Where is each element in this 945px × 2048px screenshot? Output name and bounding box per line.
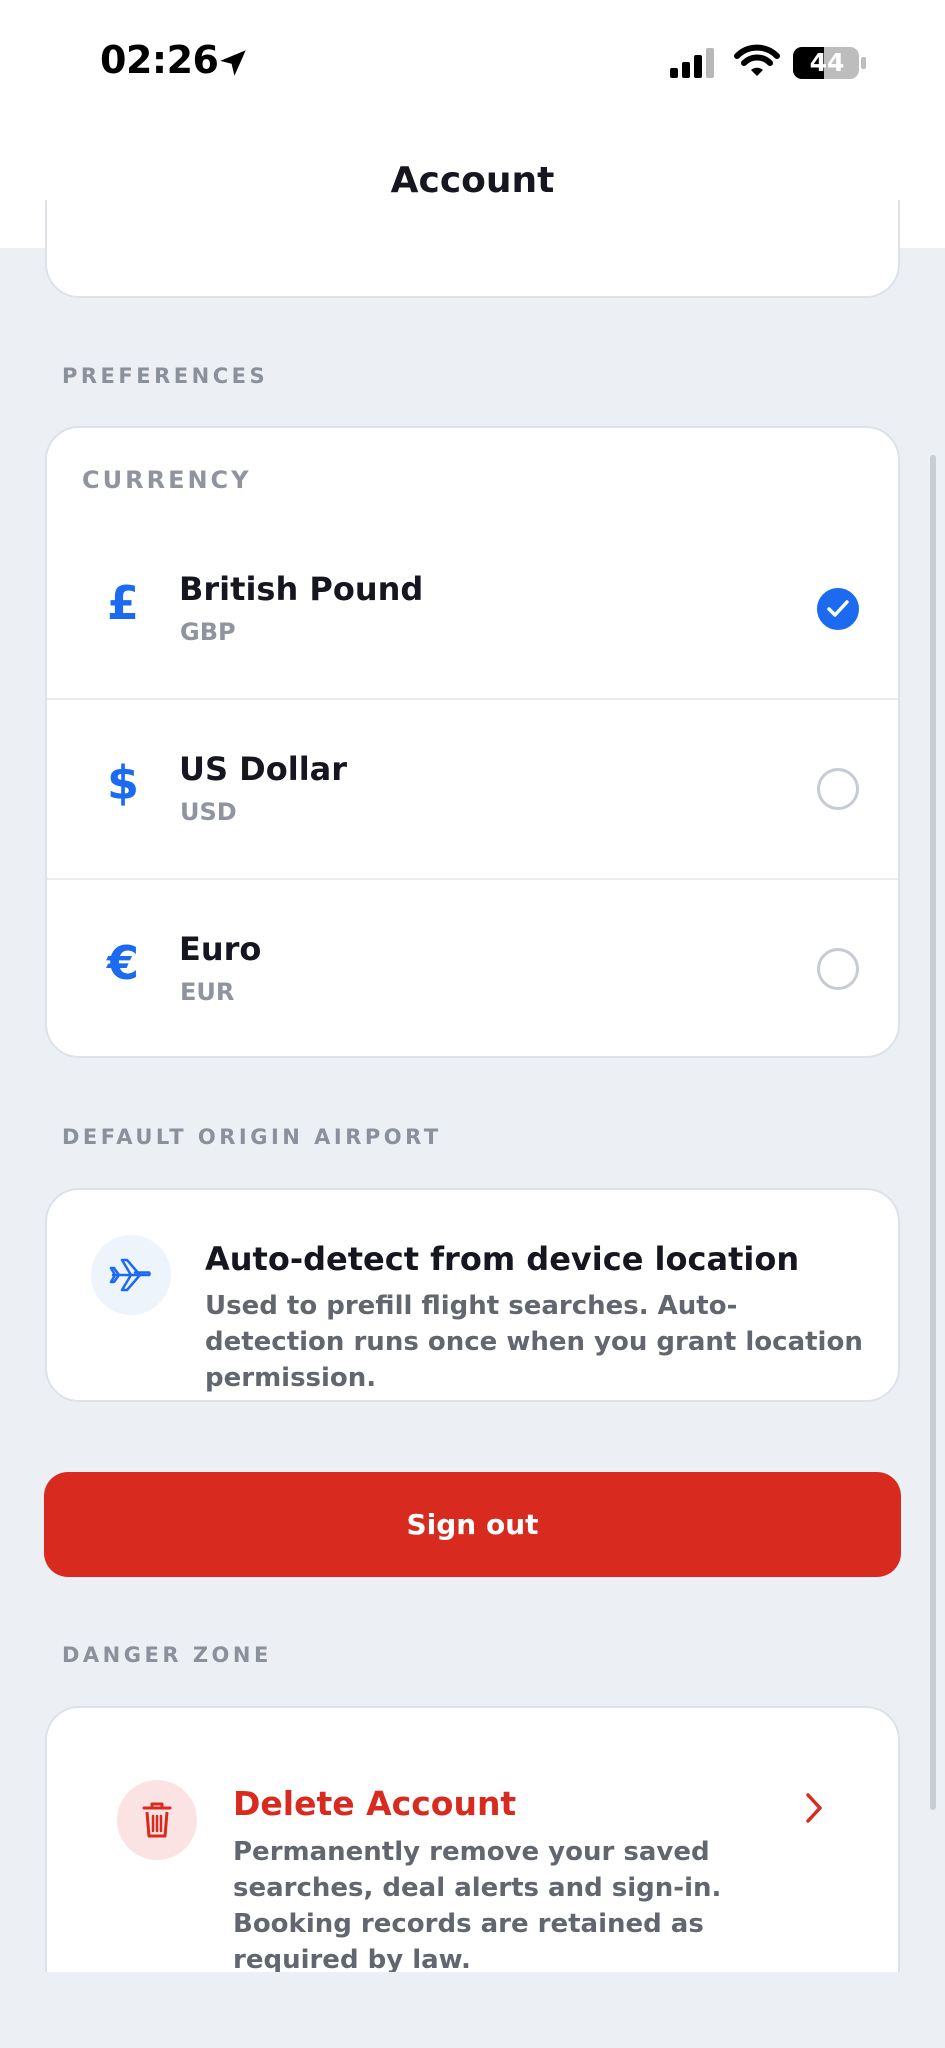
radio-selected[interactable] bbox=[817, 588, 859, 630]
bottom-safe-area bbox=[0, 1972, 945, 2048]
airport-title: Auto-detect from device location bbox=[205, 1240, 800, 1278]
currency-name: US Dollar bbox=[179, 750, 348, 788]
trash-icon bbox=[142, 1802, 172, 1838]
delete-account-card[interactable]: Delete Account Permanently remove your s… bbox=[45, 1706, 900, 2006]
radio-unselected[interactable] bbox=[817, 768, 859, 810]
pound-icon: £ bbox=[106, 576, 139, 630]
currency-name: Euro bbox=[179, 930, 262, 968]
section-label-airport: DEFAULT ORIGIN AIRPORT bbox=[62, 1125, 442, 1149]
currency-heading: CURRENCY bbox=[82, 466, 252, 494]
section-label-preferences: PREFERENCES bbox=[62, 364, 269, 388]
currency-code: GBP bbox=[180, 618, 236, 646]
airplane-icon bbox=[109, 1258, 151, 1292]
dollar-icon: $ bbox=[106, 756, 139, 810]
currency-option-eur[interactable]: € Euro EUR bbox=[47, 878, 898, 1058]
page-title: Account bbox=[390, 160, 555, 201]
scrollbar[interactable] bbox=[930, 455, 936, 1810]
location-arrow-icon bbox=[220, 50, 246, 76]
airplane-icon-container bbox=[91, 1235, 171, 1315]
currency-option-gbp[interactable]: £ British Pound GBP bbox=[47, 518, 898, 700]
airport-card[interactable]: Auto-detect from device location Used to… bbox=[45, 1188, 900, 1402]
radio-unselected[interactable] bbox=[817, 948, 859, 990]
delete-account-title: Delete Account bbox=[233, 1784, 517, 1823]
euro-icon: € bbox=[106, 936, 139, 990]
currency-code: USD bbox=[180, 798, 237, 826]
battery-level: 44 bbox=[809, 48, 845, 77]
delete-account-description: Permanently remove your saved searches, … bbox=[233, 1837, 722, 1975]
airport-description: Used to prefill flight searches. Auto-de… bbox=[205, 1291, 863, 1393]
currency-card: CURRENCY £ British Pound GBP $ US Dollar… bbox=[45, 426, 900, 1058]
wifi-icon bbox=[734, 44, 780, 76]
section-label-danger: DANGER ZONE bbox=[62, 1643, 272, 1667]
currency-name: British Pound bbox=[179, 570, 424, 608]
status-time: 02:26 bbox=[100, 38, 219, 82]
currency-code: EUR bbox=[180, 978, 235, 1006]
status-bar: 02:26 44 bbox=[0, 0, 945, 120]
trash-icon-container bbox=[117, 1780, 197, 1860]
cellular-signal-icon bbox=[670, 48, 714, 78]
currency-option-usd[interactable]: $ US Dollar USD bbox=[47, 698, 898, 880]
chevron-right-icon bbox=[806, 1793, 822, 1823]
checkmark-icon bbox=[827, 600, 849, 617]
account-card-partial bbox=[45, 200, 900, 298]
sign-out-button[interactable]: Sign out bbox=[44, 1472, 901, 1577]
